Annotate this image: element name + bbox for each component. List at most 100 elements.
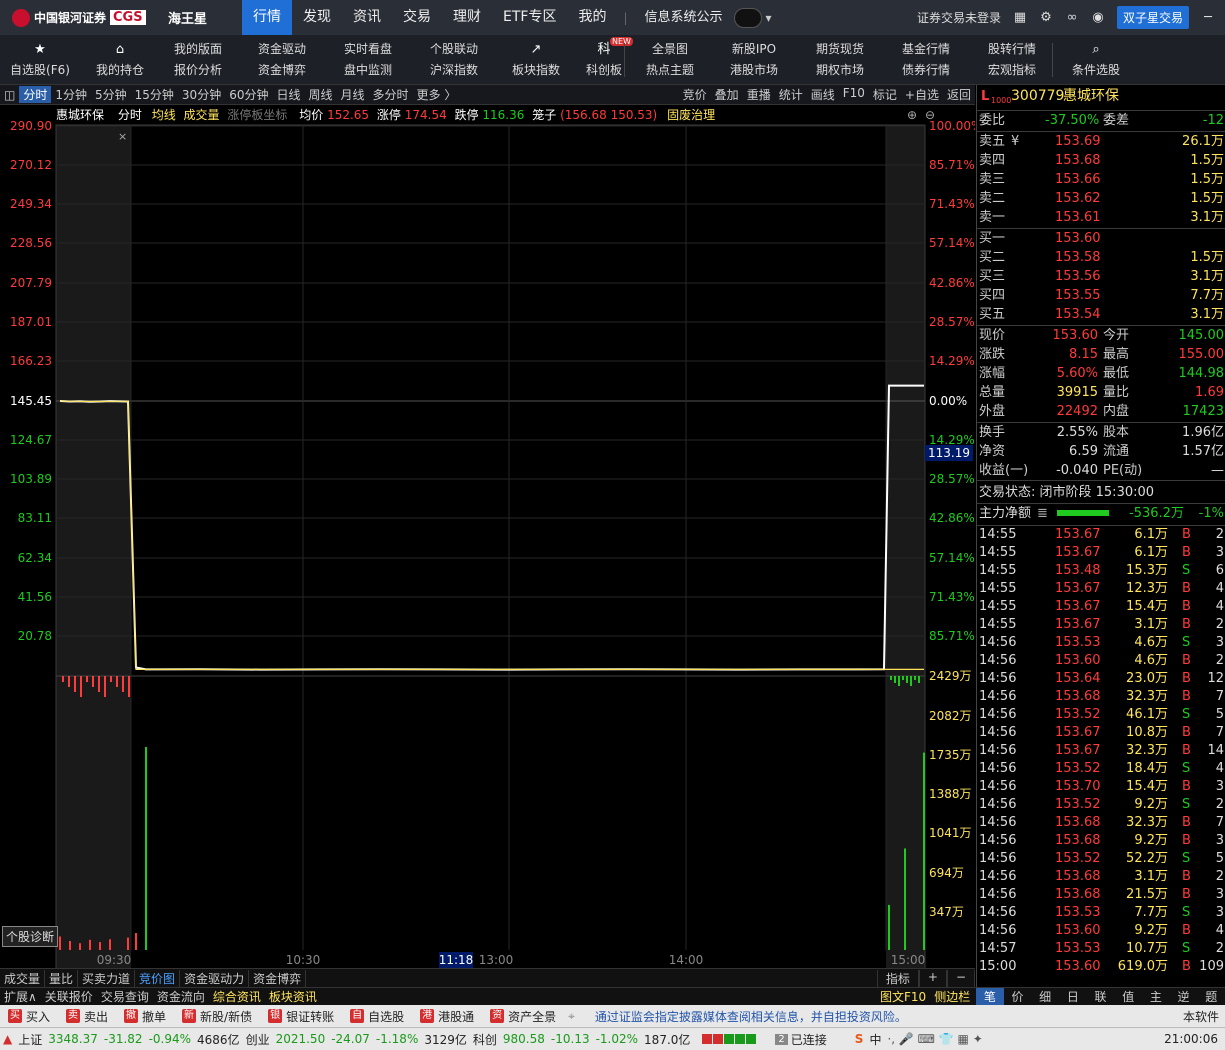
chat-icon[interactable]: ◉	[1091, 10, 1105, 25]
indicator-tab-2[interactable]: 买卖力道	[78, 969, 136, 987]
indicator-tab-1[interactable]: 量比	[45, 969, 79, 987]
period-tab-7[interactable]: 周线	[305, 86, 337, 103]
quote-tab-4[interactable]: 联	[1087, 988, 1115, 1005]
toolbar-item-10[interactable]: 期货现货 期权市场	[802, 39, 878, 81]
toolbar-item-12[interactable]: 股转行情 宏观指标	[974, 39, 1050, 81]
period-tab-3[interactable]: 15分钟	[131, 86, 178, 103]
period-tab-2[interactable]: 5分钟	[91, 86, 131, 103]
brand-logo[interactable]: 中国银河证券 CGS	[0, 0, 168, 35]
grid-icon[interactable]: ▦	[1013, 10, 1027, 25]
chart-tool-8[interactable]: 返回	[943, 86, 975, 103]
action-button-7[interactable]: 资资产全景	[482, 1008, 564, 1025]
theme-toggle[interactable]	[733, 7, 762, 28]
sidebar-link-0[interactable]: 图文F10	[876, 988, 930, 1005]
indicator-control-1[interactable]: +	[918, 969, 947, 987]
action-button-0[interactable]: 买买入	[0, 1008, 58, 1025]
nav-tab-1[interactable]: 发现	[292, 0, 342, 35]
action-button-4[interactable]: 银银证转账	[260, 1008, 342, 1025]
kc-label[interactable]: 科创	[470, 1031, 500, 1048]
toolbar-item-8[interactable]: 全景图 热点主题	[632, 39, 708, 81]
buy-price[interactable]: 153.56	[1055, 267, 1101, 286]
chart-tool-6[interactable]: 标记	[869, 86, 901, 103]
nav-tab-3[interactable]: 交易	[392, 0, 442, 35]
nav-tab-2[interactable]: 资讯	[342, 0, 392, 35]
indicator-tab-0[interactable]: 成交量	[0, 969, 46, 987]
quote-tab-7[interactable]: 逆	[1170, 988, 1198, 1005]
action-button-2[interactable]: 撤撤单	[116, 1008, 174, 1025]
extension-tab-2[interactable]: 交易查询	[97, 988, 153, 1005]
notice-link[interactable]: 信息系统公示	[634, 0, 734, 35]
extension-tab-0[interactable]: 扩展∧	[0, 988, 41, 1005]
action-button-1[interactable]: 卖卖出	[58, 1008, 116, 1025]
link-icon[interactable]: ∞	[1065, 10, 1079, 25]
list-icon[interactable]: ≣	[1037, 504, 1048, 523]
nav-tab-5[interactable]: ETF专区	[492, 0, 567, 35]
toolbar-item-3[interactable]: 资金驱动 资金博弈	[244, 39, 320, 81]
stock-code[interactable]: 300779	[1011, 87, 1064, 106]
extension-tab-1[interactable]: 关联报价	[41, 988, 97, 1005]
gear-icon[interactable]: ⚙	[1039, 10, 1053, 25]
toolbar-item-1[interactable]: ⌂ 我的持仓	[82, 39, 158, 81]
nav-tab-0[interactable]: 行情	[242, 0, 292, 35]
sell-price[interactable]: 153.69	[1055, 132, 1101, 151]
login-status[interactable]: 证券交易未登录	[917, 9, 1001, 26]
nav-tab-4[interactable]: 理财	[442, 0, 492, 35]
toolbar-item-2[interactable]: 我的版面 报价分析	[160, 39, 236, 81]
toolbar-item-6[interactable]: ↗ 板块指数	[498, 39, 574, 81]
minimize-icon[interactable]: ─	[1201, 10, 1215, 25]
pin-icon[interactable]: ⌖	[568, 1009, 575, 1024]
period-tab-1[interactable]: 1分钟	[51, 86, 91, 103]
buy-price[interactable]: 153.54	[1055, 305, 1101, 324]
buy-price[interactable]: 153.55	[1055, 286, 1101, 305]
quote-tab-2[interactable]: 细	[1031, 988, 1059, 1005]
chart-tool-2[interactable]: 重播	[743, 86, 775, 103]
news-ticker[interactable]: 通过证监会指定披露媒体查阅相关信息，并自担投资风险。	[595, 1008, 1183, 1025]
quote-tab-3[interactable]: 日	[1059, 988, 1087, 1005]
extension-tab-4[interactable]: 综合资讯	[209, 988, 265, 1005]
period-tab-9[interactable]: 多分时	[369, 86, 413, 103]
indicator-control-0[interactable]: 指标	[876, 969, 919, 987]
nav-tab-6[interactable]: 我的	[567, 0, 617, 35]
action-button-5[interactable]: 自自选股	[342, 1008, 412, 1025]
ime-logo-icon[interactable]: S	[852, 1032, 867, 1046]
sell-price[interactable]: 153.66	[1055, 170, 1101, 189]
dropdown-arrow-icon[interactable]: ▾	[766, 11, 772, 25]
chart-tool-1[interactable]: 叠加	[711, 86, 743, 103]
stock-name[interactable]: 惠城环保	[1063, 87, 1119, 106]
ime-tools-icon[interactable]: ·, 🎤 ⌨ 👕 ▦ ✦	[884, 1032, 985, 1046]
quote-tab-5[interactable]: 值	[1114, 988, 1142, 1005]
quote-tab-8[interactable]: 题	[1197, 988, 1225, 1005]
indicator-control-2[interactable]: −	[946, 969, 975, 987]
chart-tool-0[interactable]: 竞价	[679, 86, 711, 103]
quote-tab-0[interactable]: 笔	[976, 988, 1004, 1005]
chart-tool-7[interactable]: +自选	[901, 86, 943, 103]
trade-button[interactable]: 双子星交易	[1116, 6, 1189, 29]
diagnosis-button[interactable]: 个股诊断	[2, 926, 59, 947]
chart-tool-3[interactable]: 统计	[775, 86, 807, 103]
ime-mode[interactable]: 中	[866, 1031, 884, 1048]
quote-tab-6[interactable]: 主	[1142, 988, 1170, 1005]
sell-price[interactable]: 153.68	[1055, 151, 1101, 170]
period-tab-5[interactable]: 60分钟	[225, 86, 272, 103]
toolbar-item-11[interactable]: 基金行情 债券行情	[888, 39, 964, 81]
cy-label[interactable]: 创业	[243, 1031, 273, 1048]
indicator-tab-5[interactable]: 资金博弈	[249, 969, 307, 987]
extension-tab-3[interactable]: 资金流向	[153, 988, 209, 1005]
toolbar-item-13[interactable]: ⌕ 条件选股	[1058, 39, 1134, 81]
period-tab-4[interactable]: 30分钟	[178, 86, 225, 103]
buy-price[interactable]: 153.60	[1055, 229, 1101, 248]
action-button-3[interactable]: 新新股/新债	[174, 1008, 260, 1025]
period-tab-8[interactable]: 月线	[337, 86, 369, 103]
buy-price[interactable]: 153.58	[1055, 248, 1101, 267]
chart-tool-5[interactable]: F10	[839, 86, 869, 103]
action-button-6[interactable]: 港港股通	[412, 1008, 482, 1025]
toolbar-item-0[interactable]: ★ 自选股(F6)	[2, 39, 78, 81]
indicator-tab-4[interactable]: 资金驱动力	[180, 969, 250, 987]
intraday-chart[interactable]: 惠城环保 分时 均线 成交量 涨停板坐标 均价 152.65 涨停 174.54…	[0, 105, 975, 968]
toolbar-item-9[interactable]: 新股IPO 港股市场	[716, 39, 792, 81]
sell-price[interactable]: 153.61	[1055, 208, 1101, 227]
quote-tab-1[interactable]: 价	[1004, 988, 1032, 1005]
chart-tool-4[interactable]: 画线	[807, 86, 839, 103]
toolbar-item-4[interactable]: 实时看盘 盘中监测	[330, 39, 406, 81]
connection-status[interactable]: 已连接	[788, 1031, 830, 1048]
